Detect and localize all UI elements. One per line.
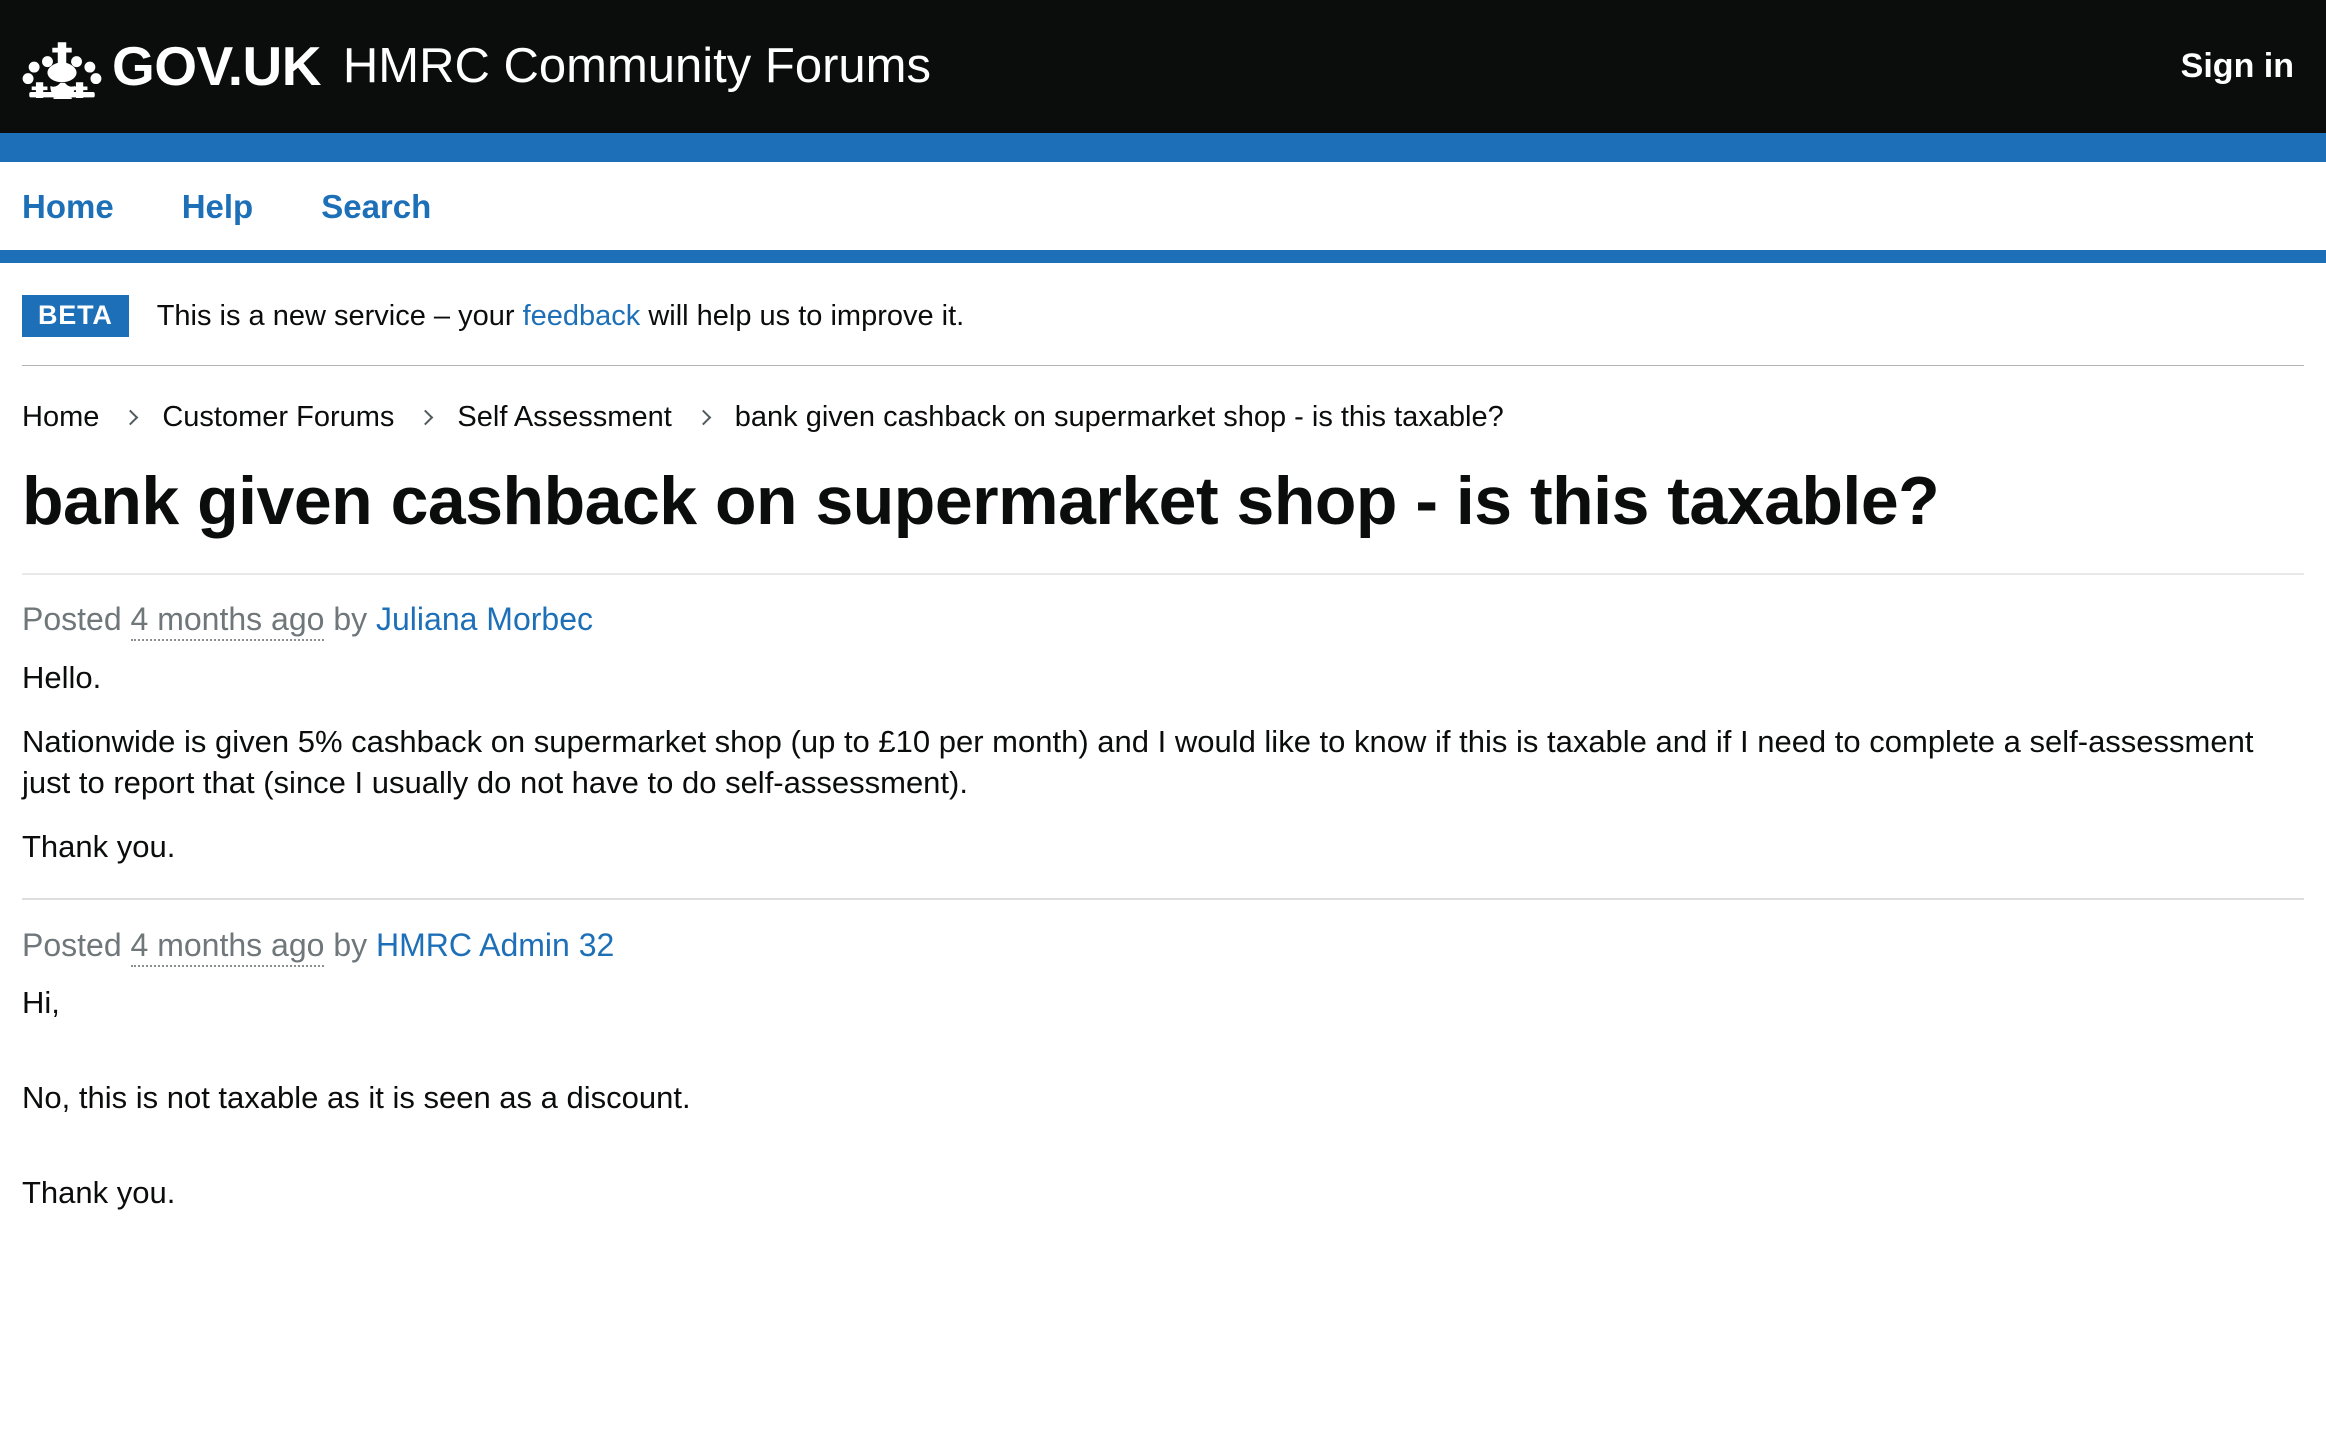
post-paragraph: No, this is not taxable as it is seen as…	[22, 1080, 691, 1116]
post-meta-prefix: Posted	[22, 926, 131, 963]
post-timestamp: 4 months ago	[130, 601, 325, 642]
post-meta-prefix: Posted	[22, 601, 131, 638]
forum-post: Posted 4 months ago by Juliana Morbec He…	[22, 575, 2304, 897]
post-meta-by: by	[324, 601, 376, 638]
sign-in-link[interactable]: Sign in	[2181, 47, 2304, 86]
govuk-home-link[interactable]: GOV.UK HMRC Community Forums	[22, 35, 931, 99]
post-paragraph: Hello.	[22, 659, 102, 695]
chevron-right-icon	[123, 409, 139, 426]
post-body: Hi, No, this is not taxable as it is see…	[22, 982, 2304, 1214]
forum-post: Posted 4 months ago by HMRC Admin 32 Hi,…	[22, 900, 2304, 1214]
post-body: Hello. Nationwide is given 5% cashback o…	[22, 657, 2304, 868]
beta-tag: BETA	[22, 295, 129, 337]
chevron-right-icon	[695, 409, 712, 426]
post-meta: Posted 4 months ago by HMRC Admin 32	[22, 926, 2304, 982]
breadcrumb-item-home[interactable]: Home	[22, 403, 99, 432]
chevron-right-icon	[418, 409, 434, 426]
post-paragraph: Thank you.	[22, 829, 176, 865]
post-meta: Posted 4 months ago by Juliana Morbec	[22, 600, 2304, 656]
breadcrumb: Home Customer Forums Self Assessment ban…	[22, 366, 2304, 432]
post-timestamp: 4 months ago	[130, 926, 325, 967]
post-paragraph: Thank you.	[22, 1175, 176, 1211]
nav-item-home[interactable]: Home	[22, 190, 114, 223]
post-paragraph: Hi,	[22, 985, 60, 1021]
crown-icon	[22, 37, 102, 99]
post-meta-by: by	[324, 926, 376, 963]
phase-text-before: This is a new service – your	[156, 299, 523, 332]
phase-text-after: will help us to improve it.	[640, 299, 965, 332]
govuk-logotype-text: GOV.UK	[112, 35, 321, 97]
breadcrumb-item-self-assessment[interactable]: Self Assessment	[457, 403, 671, 432]
forum-navigation: Home Help Search	[0, 162, 2326, 250]
page-wrapper: BETA This is a new service – your feedba…	[0, 263, 2326, 1214]
post-author-link[interactable]: HMRC Admin 32	[376, 927, 614, 963]
header-inner: GOV.UK HMRC Community Forums Sign in	[0, 35, 2326, 99]
breadcrumb-item-customer-forums[interactable]: Customer Forums	[162, 403, 394, 432]
phase-banner-text: This is a new service – your feedback wi…	[156, 299, 965, 332]
header-blue-rule-bottom	[0, 250, 2326, 263]
nav-item-help[interactable]: Help	[182, 190, 254, 223]
nav-item-search[interactable]: Search	[321, 190, 431, 223]
phase-banner: BETA This is a new service – your feedba…	[22, 263, 2304, 366]
page-title: bank given cashback on supermarket shop …	[22, 463, 1940, 539]
service-name: HMRC Community Forums	[342, 39, 931, 93]
header-blue-rule-top	[0, 133, 2326, 162]
post-author-link[interactable]: Juliana Morbec	[376, 601, 593, 637]
govuk-header: GOV.UK HMRC Community Forums Sign in	[0, 0, 2326, 133]
post-paragraph: Nationwide is given 5% cashback on super…	[22, 724, 2254, 801]
feedback-link[interactable]: feedback	[523, 300, 641, 332]
breadcrumb-item-current: bank given cashback on supermarket shop …	[734, 401, 1504, 433]
